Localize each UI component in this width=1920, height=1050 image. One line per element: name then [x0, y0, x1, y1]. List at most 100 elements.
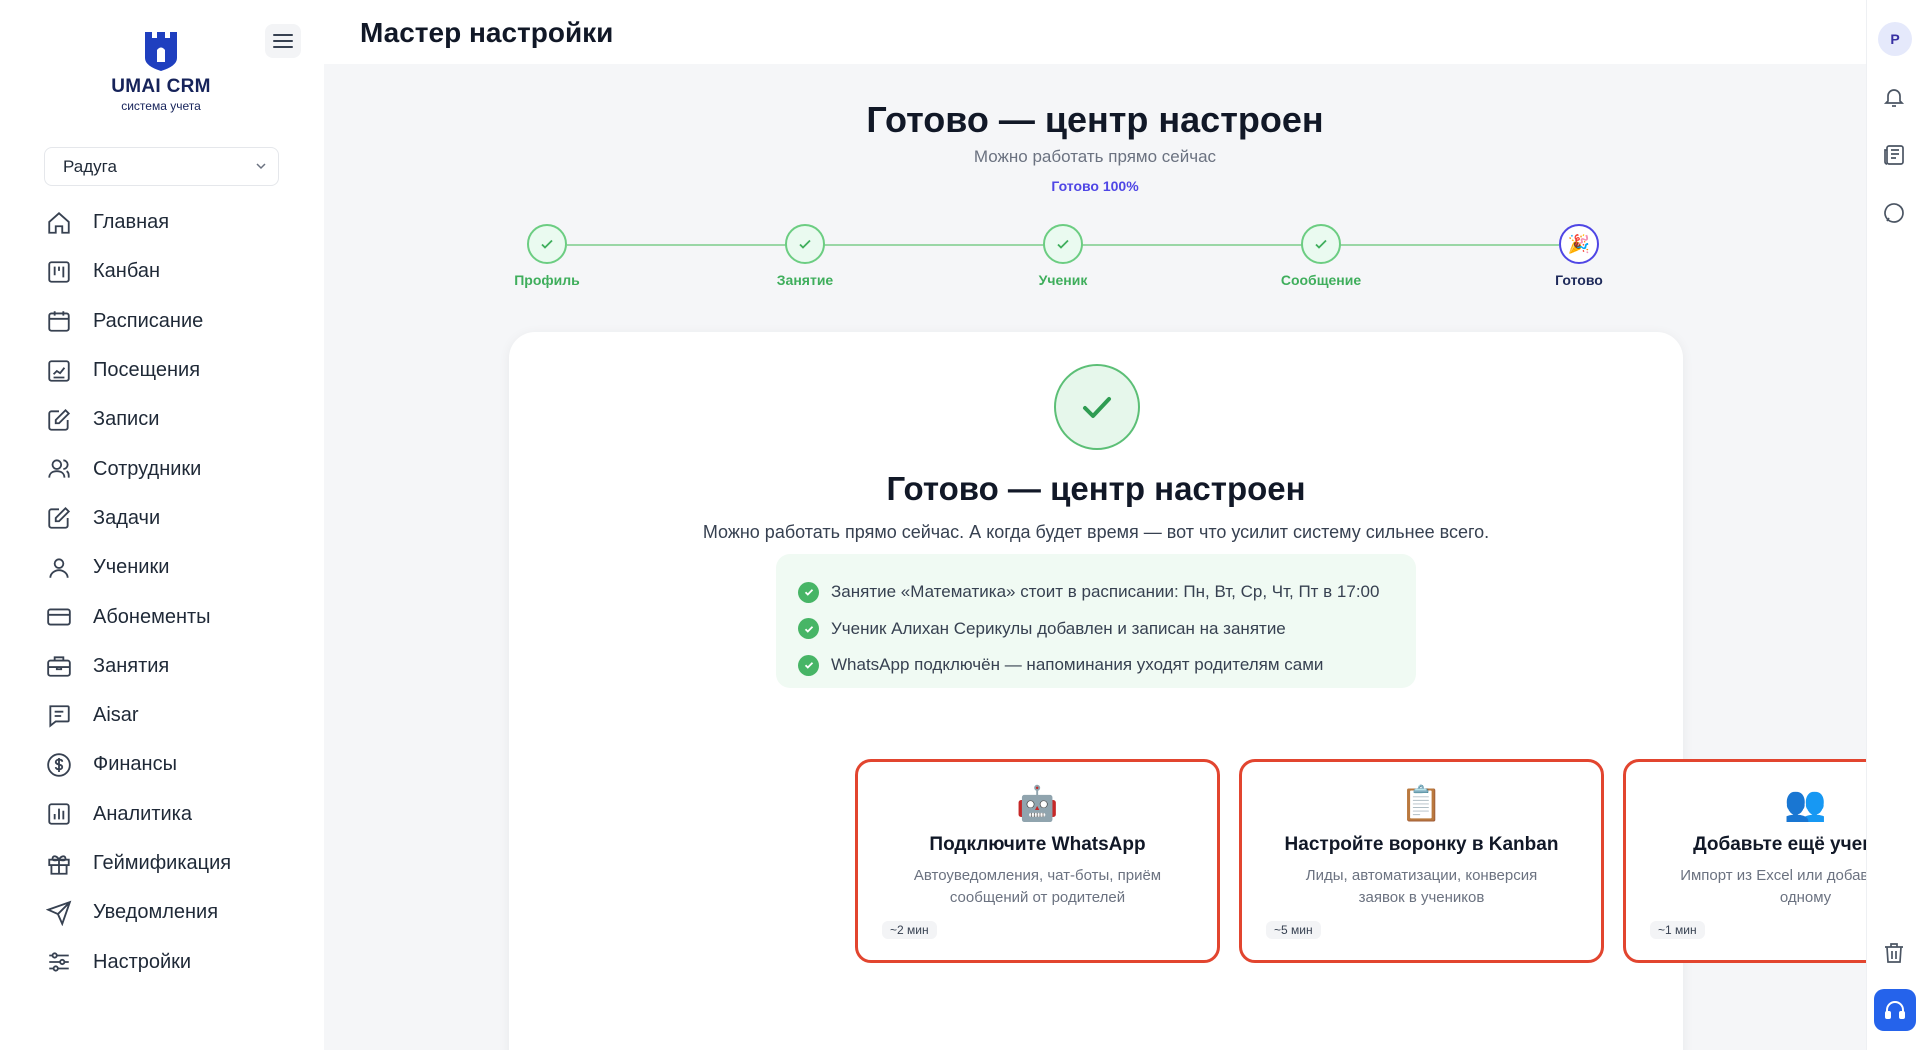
- avatar[interactable]: P: [1878, 22, 1912, 56]
- check-circle-icon: [798, 654, 819, 676]
- logo[interactable]: UMAI CRM система учета: [108, 30, 214, 113]
- edit-icon: [44, 405, 74, 435]
- menu-toggle-button[interactable]: [265, 24, 301, 58]
- branch-select[interactable]: Радуга: [44, 147, 279, 186]
- check-circle-icon: [798, 581, 819, 603]
- hero-subtitle: Можно работать прямо сейчас: [973, 147, 1217, 166]
- sidebar-item-label: Ученики: [93, 556, 170, 579]
- bell-icon[interactable]: [1880, 83, 1908, 111]
- sliders-icon: [44, 947, 74, 977]
- sidebar-item-classes[interactable]: Занятия: [44, 642, 304, 691]
- sidebar-item-records[interactable]: Записи: [44, 395, 304, 444]
- party-popper-glyph: 🎉: [1567, 234, 1591, 254]
- sidebar-nav: Главная Канбан Расписание Посещения Запи…: [44, 198, 304, 987]
- credit-card-icon: [44, 602, 74, 632]
- list-item: Ученик Алихан Серикулы добавлен и записа…: [798, 611, 1394, 648]
- home-icon: [44, 208, 74, 238]
- step-label: Готово: [1555, 272, 1603, 288]
- list-item-text: WhatsApp подключён — напоминания уходят …: [831, 655, 1324, 675]
- sidebar-item-analytics[interactable]: Аналитика: [44, 790, 304, 839]
- list-item: WhatsApp подключён — напоминания уходят …: [798, 647, 1394, 684]
- chat-icon[interactable]: [1880, 199, 1908, 227]
- action-card-kanban[interactable]: 📋 Настройте воронку в Kanban Лиды, автомат…: [1239, 759, 1604, 963]
- users-icon: [44, 454, 74, 484]
- sidebar-item-label: Геймификация: [93, 852, 232, 874]
- time-badge: ~5 мин: [1266, 921, 1321, 939]
- sidebar-item-kanban[interactable]: Канбан: [44, 247, 304, 296]
- logo-title: UMAI CRM: [111, 76, 211, 97]
- sidebar-item-label: Главная: [93, 211, 170, 234]
- sidebar-item-home[interactable]: Главная: [44, 198, 304, 247]
- sidebar-item-label: Расписание: [93, 309, 204, 332]
- check-circle-icon: [798, 618, 819, 640]
- sidebar-item-gamification[interactable]: Геймификация: [44, 839, 304, 888]
- briefcase-icon: [44, 651, 74, 681]
- check-icon: [785, 224, 825, 264]
- sidebar-item-notifications[interactable]: Уведомления: [44, 888, 304, 937]
- headset-icon: [1885, 1001, 1905, 1019]
- send-icon: [44, 898, 74, 928]
- right-rail: P: [1866, 0, 1920, 1050]
- sidebar-item-label: Аналитика: [93, 802, 192, 825]
- check-icon: [527, 224, 567, 264]
- robot-icon: 🤖: [1016, 785, 1059, 823]
- list-item: Занятие «Математика» стоит в расписании:…: [798, 574, 1394, 611]
- step-class[interactable]: Занятие: [745, 224, 865, 288]
- hamburger-icon: [273, 34, 293, 48]
- sidebar: UMAI CRM система учета Радуга Главная Ка…: [0, 0, 324, 1050]
- action-title: Настройте воронку в Kanban: [1284, 834, 1559, 855]
- hero-title: Готово — центр настроен: [866, 99, 1324, 140]
- sidebar-item-finance[interactable]: Финансы: [44, 740, 304, 789]
- sidebar-item-label: Сотрудники: [93, 457, 202, 480]
- step-profile[interactable]: Профиль: [487, 224, 607, 288]
- setup-summary-list: Занятие «Математика» стоит в расписании:…: [776, 554, 1416, 688]
- sidebar-item-aisar[interactable]: Aisar: [44, 691, 304, 740]
- message-icon: [44, 701, 74, 731]
- check-icon: [1043, 224, 1083, 264]
- edit-icon: [44, 503, 74, 533]
- user-icon: [44, 553, 74, 583]
- sidebar-item-students[interactable]: Ученики: [44, 543, 304, 592]
- sidebar-item-schedule[interactable]: Расписание: [44, 297, 304, 346]
- step-label: Сообщение: [1280, 272, 1362, 288]
- sidebar-item-label: Финансы: [93, 753, 177, 776]
- sidebar-item-label: Посещения: [93, 359, 201, 382]
- step-label: Ученик: [1038, 272, 1088, 288]
- sidebar-item-settings[interactable]: Настройки: [44, 937, 304, 986]
- sidebar-item-label: Aisar: [93, 704, 139, 727]
- chevron-down-icon: [256, 163, 266, 170]
- kanban-icon: [44, 257, 74, 287]
- step-label: Профиль: [514, 272, 580, 288]
- step-student[interactable]: Ученик: [1003, 224, 1123, 288]
- bar-chart-icon: [44, 799, 74, 829]
- page-header: Мастер настройки: [324, 0, 1866, 64]
- support-button[interactable]: [1874, 989, 1916, 1031]
- action-description: Лиды, автоматизации, конверсия заявок в …: [1305, 867, 1538, 906]
- action-title: Подключите WhatsApp: [929, 834, 1146, 855]
- castle-logo-icon: [145, 32, 177, 71]
- sidebar-item-label: Канбан: [93, 260, 160, 283]
- branch-select-value: Радуга: [63, 156, 117, 176]
- calendar-icon: [44, 306, 74, 336]
- list-item-text: Занятие «Математика» стоит в расписании:…: [831, 582, 1380, 602]
- trash-icon[interactable]: [1880, 939, 1908, 967]
- sidebar-item-label: Занятия: [93, 654, 170, 677]
- action-card-whatsapp[interactable]: 🤖 Подключите WhatsApp Автоуведомления, ч…: [855, 759, 1220, 963]
- time-badge: ~1 мин: [1650, 921, 1705, 939]
- gift-icon: [44, 849, 74, 879]
- sidebar-item-attendance[interactable]: Посещения: [44, 346, 304, 395]
- sidebar-item-label: Абонементы: [93, 605, 211, 628]
- sidebar-item-subscriptions[interactable]: Абонементы: [44, 592, 304, 641]
- party-popper-icon: 🎉: [1559, 224, 1599, 264]
- sidebar-item-tasks[interactable]: Задачи: [44, 494, 304, 543]
- time-badge: ~2 мин: [882, 921, 937, 939]
- logo-subtitle: система учета: [121, 99, 201, 113]
- progress-label: Готово 100%: [1051, 178, 1139, 194]
- step-message[interactable]: Сообщение: [1261, 224, 1381, 288]
- step-done[interactable]: 🎉 Готово: [1519, 224, 1639, 288]
- sidebar-item-label: Записи: [93, 408, 160, 431]
- success-check-icon: [1054, 364, 1140, 450]
- sidebar-item-staff[interactable]: Сотрудники: [44, 444, 304, 493]
- newspaper-icon[interactable]: [1880, 141, 1908, 169]
- dollar-icon: [44, 750, 74, 780]
